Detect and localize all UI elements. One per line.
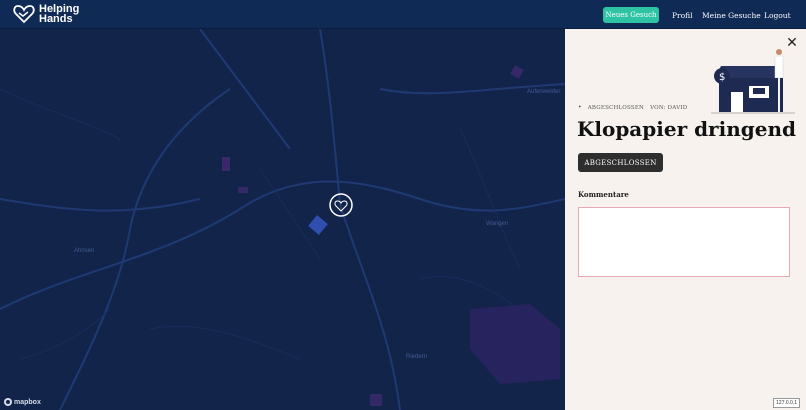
shop-illustration: $ [711, 49, 795, 114]
status-badge: ABGESCHLOSSEN [587, 104, 645, 111]
request-title: Klopapier dringend [577, 117, 796, 141]
request-meta: • ABGESCHLOSSEN VON: DAVID [578, 104, 687, 111]
mapbox-label: mapbox [14, 398, 41, 406]
nav-logout-link[interactable]: Logout [764, 11, 791, 20]
nav-my-requests-link[interactable]: Meine Gesuche [702, 11, 761, 20]
place-label: Riedern [406, 354, 428, 360]
request-detail-panel: ✕ $ • ABGESCHLOSSEN VON: DAVID Klopapier… [565, 29, 806, 410]
place-label: Ahnsen [74, 248, 95, 254]
logo-text: Helping Hands [39, 3, 80, 25]
nav-profile-link[interactable]: Profil [672, 11, 693, 20]
map[interactable]: Aufenwelder Ahnsen Wangen Riedern mapbox [0, 29, 565, 410]
place-label: Wangen [486, 221, 509, 227]
mapbox-icon [4, 398, 12, 406]
ip-badge: 127.0.0.1 [773, 398, 800, 408]
status-button[interactable]: ABGESCHLOSSEN [578, 153, 663, 172]
navbar: Helping Hands Neues Gesuch Profil Meine … [0, 0, 806, 29]
heart-hands-icon [13, 5, 35, 24]
comments-textarea[interactable] [578, 207, 790, 277]
mapbox-logo[interactable]: mapbox [4, 398, 41, 406]
map-canvas [0, 29, 565, 410]
new-request-button[interactable]: Neues Gesuch [603, 7, 659, 23]
svg-text:$: $ [719, 72, 725, 83]
author-label: VON: DAVID [650, 104, 688, 111]
status-dot-icon: • [578, 104, 582, 111]
comments-label: Kommentare [578, 190, 629, 199]
logo[interactable]: Helping Hands [13, 3, 87, 25]
place-label: Aufenwelder [527, 89, 561, 95]
